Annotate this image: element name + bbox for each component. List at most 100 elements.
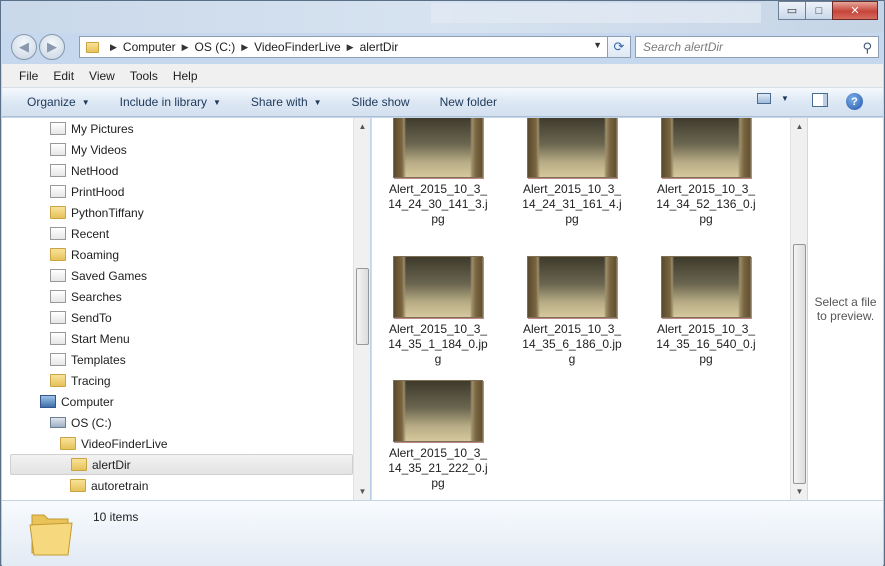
nav-item-pythontiffany[interactable]: PythonTiffany	[50, 202, 144, 223]
breadcrumb: ▶ Computer ▶ OS (C:) ▶ VideoFinderLive ▶…	[104, 40, 398, 54]
nav-item-my-pictures[interactable]: My Pictures	[50, 118, 134, 139]
nav-item-label: SendTo	[71, 310, 112, 325]
search-placeholder: Search alertDir	[643, 40, 724, 54]
image-thumbnail	[527, 256, 617, 318]
organize-button[interactable]: Organize ▼	[27, 95, 90, 109]
window-controls: ▭ □ ✕	[778, 1, 878, 20]
breadcrumb-item-alertdir[interactable]: alertDir	[360, 40, 399, 54]
chevron-down-icon: ▼	[781, 94, 789, 103]
help-button[interactable]: ?	[846, 93, 863, 110]
nav-item-my-videos[interactable]: My Videos	[50, 139, 127, 160]
view-icon	[757, 93, 771, 104]
breadcrumb-chevron-icon[interactable]: ▶	[241, 42, 248, 53]
scroll-down-icon[interactable]: ▼	[354, 483, 371, 500]
back-button[interactable]: ◀	[11, 34, 37, 60]
nav-item-tracing[interactable]: Tracing	[50, 370, 111, 391]
maximize-button[interactable]: □	[805, 1, 833, 20]
file-item[interactable]: Alert_2015_10_3_14_35_16_540_0.jpg	[656, 256, 756, 367]
navigation-scrollbar[interactable]: ▲ ▼	[353, 118, 370, 500]
menu-file[interactable]: File	[19, 69, 38, 83]
menu-bar: File Edit View Tools Help	[2, 64, 883, 88]
explorer-window: ▭ □ ✕ ◀ ▶ ▶ Computer ▶ OS (C:) ▶ VideoFi…	[0, 0, 885, 566]
preview-pane-icon	[812, 93, 828, 107]
nav-item-videofinderlive[interactable]: VideoFinderLive	[60, 433, 168, 454]
menu-edit[interactable]: Edit	[53, 69, 74, 83]
new-folder-button[interactable]: New folder	[440, 95, 497, 109]
file-item[interactable]: Alert_2015_10_3_14_35_1_184_0.jpg	[388, 256, 488, 367]
content-scrollbar[interactable]: ▲ ▼	[790, 118, 807, 500]
slide-show-label: Slide show	[351, 95, 410, 109]
nav-item-sendto[interactable]: SendTo	[50, 307, 112, 328]
file-name: Alert_2015_10_3_14_35_6_186_0.jpg	[522, 322, 622, 366]
menu-tools[interactable]: Tools	[130, 69, 158, 83]
folder-icon	[50, 206, 66, 219]
breadcrumb-chevron-icon[interactable]: ▶	[182, 42, 189, 53]
file-name: Alert_2015_10_3_14_35_16_540_0.jpg	[656, 322, 756, 366]
breadcrumb-chevron-icon[interactable]: ▶	[347, 42, 354, 53]
preview-message: Select a file to preview.	[814, 295, 877, 323]
searches-icon	[50, 290, 66, 303]
file-name: Alert_2015_10_3_14_35_21_222_0.jpg	[388, 446, 488, 490]
scroll-up-icon[interactable]: ▲	[354, 118, 371, 135]
minimize-button[interactable]: ▭	[778, 1, 806, 20]
breadcrumb-chevron-icon: ▶	[110, 41, 117, 52]
details-pane: 10 items	[2, 500, 883, 566]
nav-item-nethood[interactable]: NetHood	[50, 160, 118, 181]
nav-item-start-menu[interactable]: Start Menu	[50, 328, 130, 349]
share-with-button[interactable]: Share with ▼	[251, 95, 322, 109]
nav-item-saved-games[interactable]: Saved Games	[50, 265, 147, 286]
scroll-thumb[interactable]	[793, 244, 806, 484]
shortcut-icon	[50, 227, 66, 240]
scroll-down-icon[interactable]: ▼	[791, 483, 808, 500]
folder-icon	[60, 437, 76, 450]
nav-item-label: Saved Games	[71, 268, 148, 283]
shortcut-icon	[50, 185, 66, 198]
include-in-library-button[interactable]: Include in library ▼	[120, 95, 221, 109]
refresh-icon: ⟳	[613, 39, 625, 54]
maximize-icon: □	[815, 4, 823, 17]
forward-arrow-icon: ▶	[47, 39, 57, 54]
nav-item-computer[interactable]: Computer	[40, 391, 114, 412]
nav-item-searches[interactable]: Searches	[50, 286, 122, 307]
nav-item-templates[interactable]: Templates	[50, 349, 126, 370]
forward-button[interactable]: ▶	[39, 34, 65, 60]
file-item[interactable]: Alert_2015_10_3_14_35_6_186_0.jpg	[522, 256, 622, 367]
file-item[interactable]: Alert_2015_10_3_14_35_21_222_0.jpg	[388, 380, 488, 491]
menu-view[interactable]: View	[89, 69, 115, 83]
file-item[interactable]: Alert_2015_10_3_14_24_30_141_3.jpg	[388, 118, 488, 227]
chevron-down-icon: ▼	[81, 97, 90, 107]
saved-games-icon	[50, 269, 66, 282]
nav-item-label: My Pictures	[71, 121, 134, 136]
refresh-button[interactable]: ⟳	[607, 36, 631, 58]
image-thumbnail	[393, 118, 483, 178]
nav-item-autoretrain[interactable]: autoretrain	[70, 475, 148, 496]
menu-help[interactable]: Help	[173, 69, 198, 83]
file-item[interactable]: Alert_2015_10_3_14_24_31_161_4.jpg	[522, 118, 622, 227]
shortcut-icon	[50, 164, 66, 177]
search-input[interactable]: Search alertDir ⚲	[635, 36, 879, 58]
nav-item-os-c[interactable]: OS (C:)	[50, 412, 112, 433]
close-button[interactable]: ✕	[832, 1, 878, 20]
folder-icon	[50, 374, 66, 387]
scroll-thumb[interactable]	[356, 268, 369, 345]
nav-item-recent[interactable]: Recent	[50, 223, 109, 244]
address-dropdown-icon[interactable]: ▼	[593, 40, 602, 50]
address-bar[interactable]: ▶ Computer ▶ OS (C:) ▶ VideoFinderLive ▶…	[79, 36, 609, 58]
preview-pane: Select a file to preview.	[807, 118, 883, 500]
search-icon[interactable]: ⚲	[862, 40, 872, 56]
scroll-up-icon[interactable]: ▲	[791, 118, 808, 135]
file-item[interactable]: Alert_2015_10_3_14_34_52_136_0.jpg	[656, 118, 756, 227]
nav-item-label: Recent	[71, 226, 110, 241]
change-view-button[interactable]: ▼	[757, 93, 789, 104]
breadcrumb-item-videofinderlive[interactable]: VideoFinderLive	[254, 40, 341, 54]
nav-item-label: OS (C:)	[71, 415, 112, 430]
preview-pane-button[interactable]	[812, 93, 828, 107]
breadcrumb-item-computer[interactable]: Computer	[123, 40, 176, 54]
nav-item-printhood[interactable]: PrintHood	[50, 181, 124, 202]
nav-item-roaming[interactable]: Roaming	[50, 244, 119, 265]
slide-show-button[interactable]: Slide show	[352, 95, 410, 109]
computer-icon	[40, 395, 56, 408]
breadcrumb-item-drive[interactable]: OS (C:)	[195, 40, 236, 54]
navigation-pane: My Pictures My Videos NetHood PrintHood Pyth…	[2, 118, 353, 500]
nav-item-alertdir[interactable]: alertDir	[10, 454, 353, 475]
